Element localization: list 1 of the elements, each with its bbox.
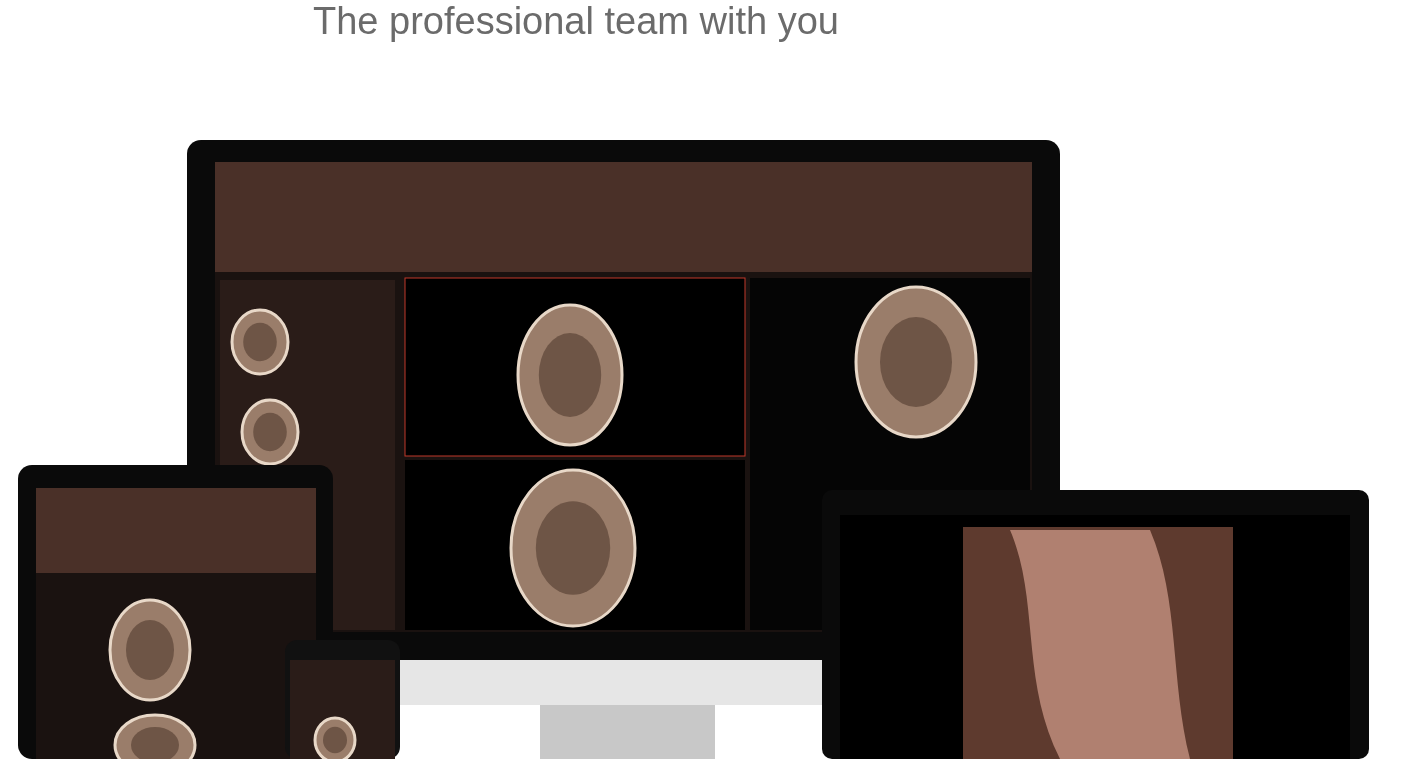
page-heading: The professional team with you [313, 0, 839, 43]
